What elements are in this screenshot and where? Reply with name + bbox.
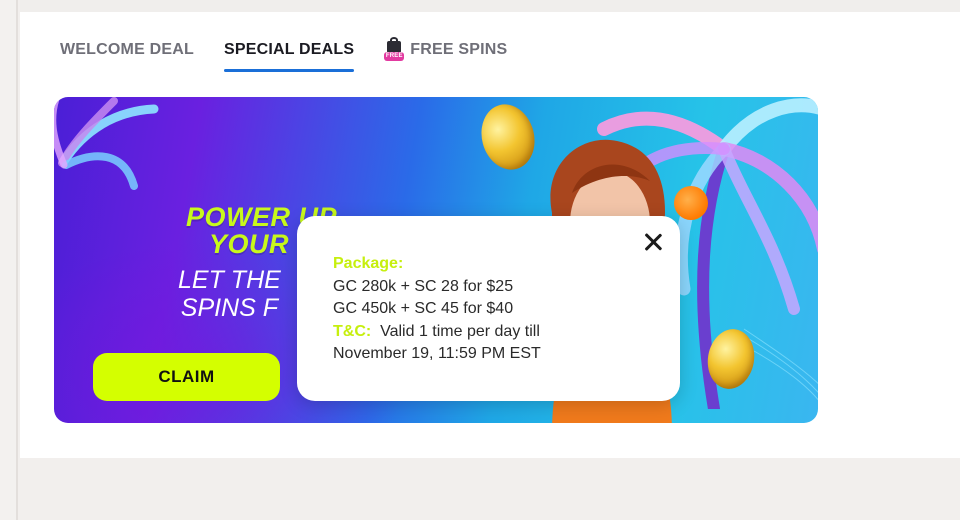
gift-free-icon: FREE: [384, 37, 405, 61]
tc-row: T&C: Valid 1 time per day till: [333, 321, 541, 344]
banner-subline-line2: SPINS F: [180, 294, 279, 322]
tab-special-deals-label: SPECIAL DEALS: [223, 41, 355, 58]
palm-leaf-left-icon: [54, 97, 159, 190]
promotions-card: WELCOME DEAL SPECIAL DEALS FREE FREE SPI…: [20, 12, 960, 458]
tab-special-deals[interactable]: SPECIAL DEALS: [223, 40, 355, 72]
deal-details-body: Package: GC 280k + SC 28 for $25 GC 450k…: [333, 253, 541, 366]
claim-button[interactable]: CLAIM: [93, 353, 280, 401]
banner-subline: LET THE SPINS F: [178, 266, 281, 322]
tab-welcome-deal[interactable]: WELCOME DEAL: [60, 40, 194, 60]
deal-details-popup: Package: GC 280k + SC 28 for $25 GC 450k…: [297, 216, 680, 401]
tab-free-spins[interactable]: FREE FREE SPINS: [384, 37, 508, 61]
tab-welcome-deal-label: WELCOME DEAL: [60, 41, 194, 58]
tc-label: T&C:: [333, 322, 372, 340]
left-rail: [0, 0, 18, 520]
tc-line-2: November 19, 11:59 PM EST: [333, 345, 541, 362]
gift-free-icon-text: FREE: [384, 52, 405, 61]
package-label: Package:: [333, 255, 404, 272]
package-line-1: GC 280k + SC 28 for $25: [333, 277, 514, 295]
close-icon[interactable]: [642, 231, 664, 253]
banner-subline-line1: LET THE: [178, 266, 281, 294]
package-line-2: GC 450k + SC 45 for $40: [333, 300, 514, 317]
top-strip: [20, 0, 960, 12]
tab-free-spins-label: FREE SPINS: [410, 41, 508, 58]
promo-tabs: WELCOME DEAL SPECIAL DEALS FREE FREE SPI…: [60, 37, 508, 72]
tc-text: Valid 1 time per day till: [380, 322, 540, 340]
